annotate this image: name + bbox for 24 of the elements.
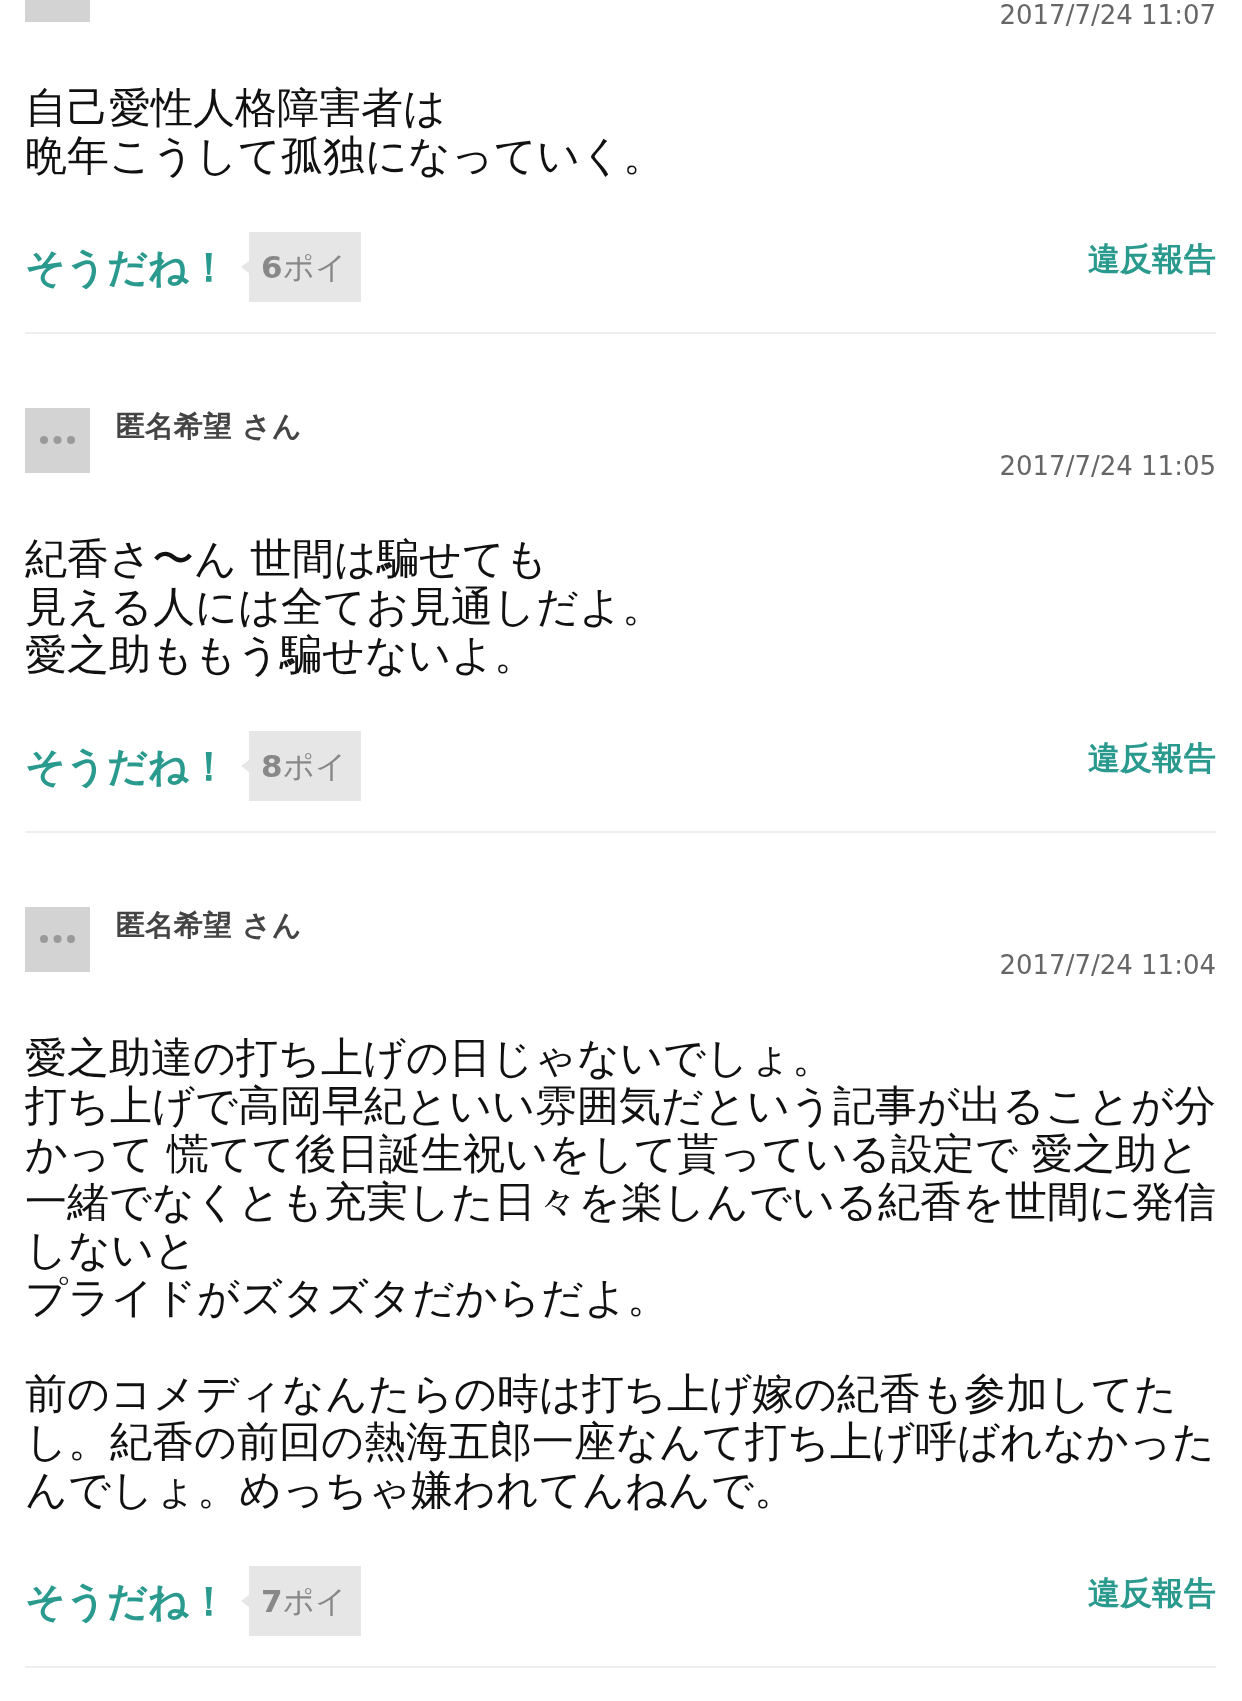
comment-text: 自己愛性人格障害者は	[25, 84, 447, 132]
report-link[interactable]: 違反報告	[1088, 1572, 1216, 1616]
points-count: 6ポイ	[241, 232, 361, 302]
comment-text: 晩年こうして孤独になっていく。	[25, 132, 666, 180]
user-name: 匿名希望 さん	[116, 907, 303, 943]
comment-text: 見える人には全てお見通しだよ。	[25, 583, 665, 631]
agree-button[interactable]: そうだね！	[25, 232, 229, 302]
report-link[interactable]: 違反報告	[1088, 737, 1216, 781]
post-date: 2017/7/24 11:05	[999, 451, 1216, 481]
points-count: 7ポイ	[241, 1566, 361, 1636]
comment-text: 打ち上げで高岡早紀といい雰囲気だという記事が出ることが分かって 慌てて後日誕生祝いをして貰っている設定で 愛之助と一緒でなくとも充実した日々を楽しんでいる紀香を世間に発信	[25, 1082, 1217, 1226]
points-count: 8ポイ	[241, 731, 361, 801]
comment-text: しないと	[25, 1226, 198, 1274]
comment-text: 愛之助ももう騙せないよ。	[25, 631, 537, 679]
post-date: 2017/7/24 11:07	[999, 0, 1216, 30]
comment-text: 前のコメディなんたらの時は打ち上げ嫁の紀香も参加してたし。紀香の前回の熱海五郎一座なんて打ち上げ呼ばれなかったんでしょ。めっちゃ嫌われてんねんで。	[25, 1370, 1216, 1514]
agree-button[interactable]: そうだね！	[25, 731, 229, 801]
comment-text: 愛之助達の打ち上げの日じゃないでしょ。	[25, 1034, 835, 1082]
comment-text: 紀香さ〜ん 世間は騙せても	[25, 535, 550, 583]
report-link[interactable]: 違反報告	[1088, 238, 1216, 282]
user-name: 匿名希望 さん	[116, 408, 303, 444]
comment-text: プライドがズタズタだからだよ。	[25, 1274, 670, 1322]
post-date: 2017/7/24 11:04	[999, 950, 1216, 980]
agree-button[interactable]: そうだね！	[25, 1566, 229, 1636]
